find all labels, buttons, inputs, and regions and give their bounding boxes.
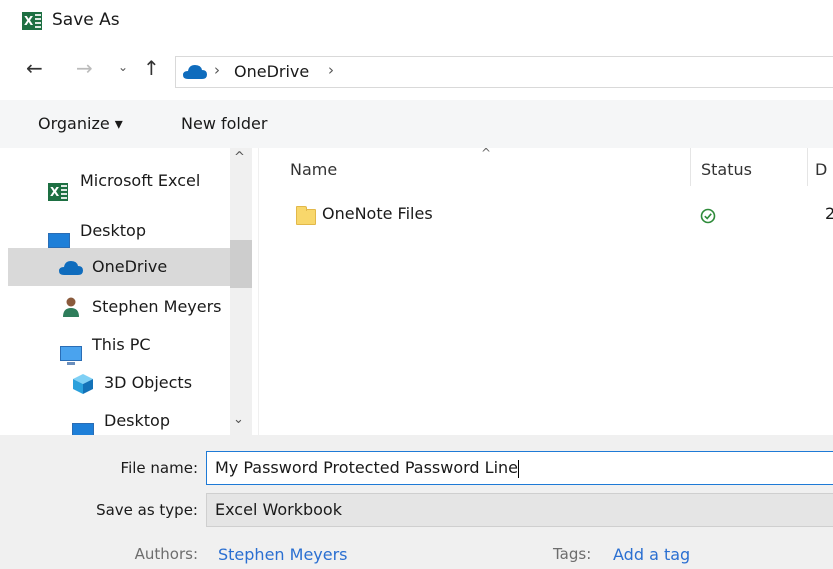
file-name: OneNote Files	[322, 204, 433, 223]
nav-item-label: Desktop	[80, 221, 146, 240]
nav-item-onedrive[interactable]: OneDrive	[8, 248, 230, 286]
recent-locations-chevron-icon[interactable]: ⌄	[118, 60, 128, 74]
excel-icon: X	[22, 12, 42, 30]
save-as-type-select[interactable]: Excel Workbook	[206, 493, 833, 527]
organize-button[interactable]: Organize ▾	[38, 114, 123, 133]
toolbar: Organize ▾ New folder	[0, 100, 833, 149]
authors-label: Authors:	[134, 545, 198, 563]
nav-item-stephen-meyers[interactable]: Stephen Meyers	[0, 288, 230, 326]
nav-item-label: This PC	[92, 335, 151, 354]
nav-pane-scrollbar[interactable]	[230, 148, 252, 435]
save-as-type-value: Excel Workbook	[215, 500, 342, 519]
file-list: ^ Name Status D OneNote Files 2	[258, 146, 833, 435]
nav-item-label: OneDrive	[92, 257, 168, 276]
onedrive-cloud-icon	[183, 65, 207, 79]
title-bar: X Save As	[0, 0, 833, 44]
nav-item-3d-objects[interactable]: 3D Objects	[0, 364, 230, 402]
nav-item-this-pc[interactable]: This PC	[0, 326, 230, 365]
breadcrumb-separator-icon: ›	[214, 61, 220, 79]
file-name-value: My Password Protected Password Line	[215, 458, 518, 477]
user-icon	[63, 297, 79, 317]
excel-icon: X	[48, 183, 68, 201]
back-arrow-icon[interactable]: ←	[26, 56, 43, 80]
forward-arrow-icon[interactable]: →	[76, 56, 93, 80]
save-as-type-label: Save as type:	[96, 501, 198, 519]
file-name-label: File name:	[120, 459, 198, 477]
breadcrumb-chevron-icon[interactable]: ›	[328, 61, 334, 79]
column-header-name[interactable]: Name	[290, 160, 337, 179]
scroll-up-icon[interactable]: ^	[234, 150, 245, 165]
breadcrumb-onedrive[interactable]: OneDrive	[234, 62, 309, 81]
address-bar[interactable]: › OneDrive ›	[175, 56, 833, 88]
sort-ascending-icon: ^	[481, 146, 492, 160]
column-header-date[interactable]: D	[815, 160, 827, 179]
window-title: Save As	[52, 10, 120, 30]
nav-item-label: Stephen Meyers	[92, 297, 222, 316]
column-divider[interactable]	[690, 148, 691, 186]
file-row[interactable]: OneNote Files 2	[259, 200, 833, 232]
navigation-pane: X Microsoft Excel Desktop OneDrive Steph…	[0, 148, 258, 442]
sync-status-check-icon	[700, 208, 716, 224]
nav-item-label: Microsoft Excel	[80, 171, 201, 190]
file-date: 2	[825, 204, 833, 223]
add-tag-link[interactable]: Add a tag	[613, 545, 690, 564]
authors-link[interactable]: Stephen Meyers	[218, 545, 348, 564]
onedrive-icon	[59, 261, 83, 275]
nav-pane-scroll-thumb[interactable]	[230, 240, 252, 288]
column-header-status[interactable]: Status	[701, 160, 752, 179]
scroll-down-icon[interactable]: ⌄	[233, 412, 244, 427]
nav-item-desktop[interactable]: Desktop	[0, 212, 230, 252]
save-options-pane: File name: My Password Protected Passwor…	[0, 435, 833, 569]
nav-item-label: 3D Objects	[104, 373, 193, 392]
nav-item-microsoft-excel[interactable]: X Microsoft Excel	[0, 162, 230, 201]
new-folder-button[interactable]: New folder	[181, 114, 267, 133]
desktop-icon	[48, 233, 70, 252]
file-name-input[interactable]: My Password Protected Password Line	[206, 451, 833, 485]
column-divider[interactable]	[807, 148, 808, 186]
3d-objects-icon	[73, 374, 93, 394]
folder-icon	[296, 206, 316, 225]
tags-label: Tags:	[553, 545, 592, 563]
up-arrow-icon[interactable]: ↑	[143, 56, 160, 80]
pc-icon	[60, 346, 82, 365]
text-cursor	[518, 459, 519, 478]
